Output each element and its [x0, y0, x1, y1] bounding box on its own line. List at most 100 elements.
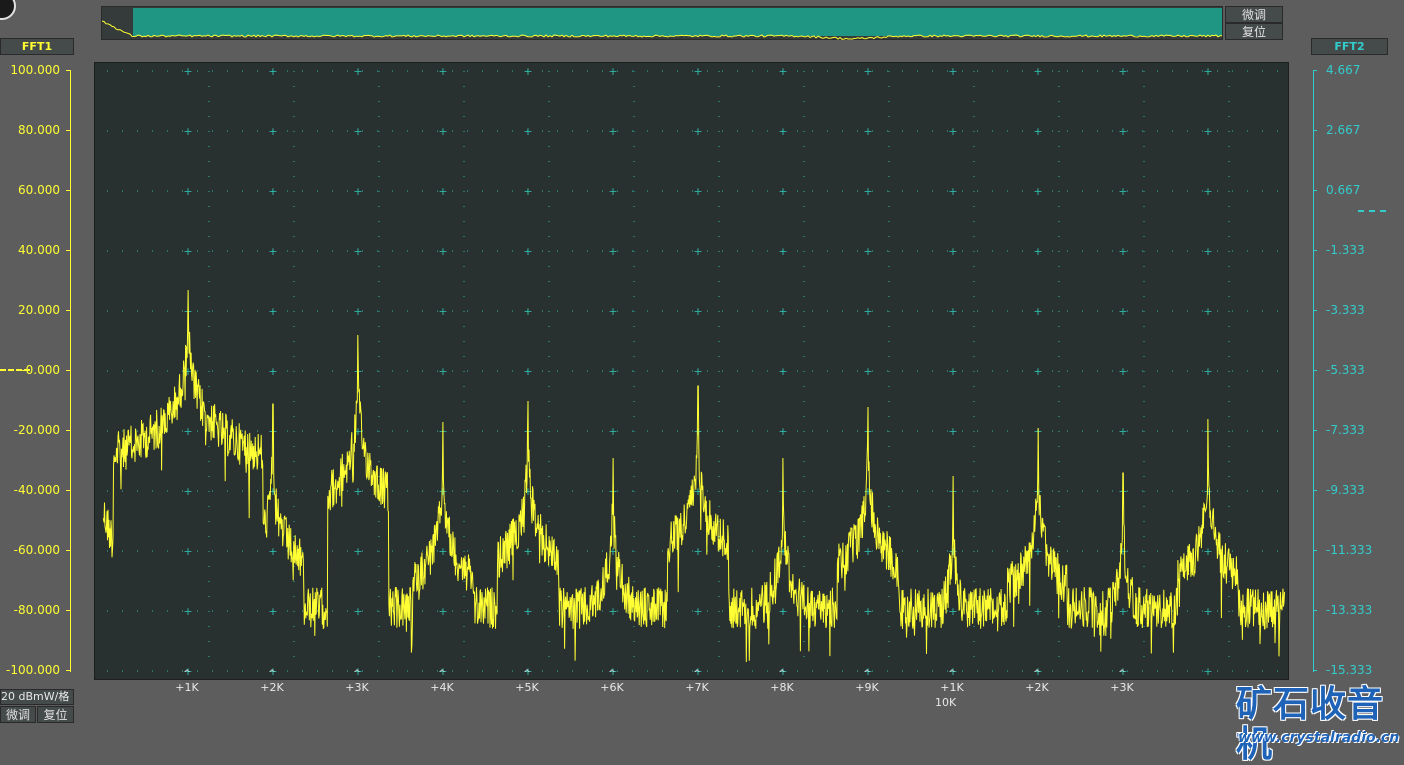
grid-cross: +	[863, 305, 872, 318]
grid-cross: +	[948, 185, 957, 198]
overview-fine-tune-button[interactable]: 微调	[1225, 6, 1283, 23]
x-tick-label: +2K	[260, 681, 284, 694]
x-tick-label: +6K	[600, 681, 624, 694]
grid-cross: +	[1118, 425, 1127, 438]
grid-cross: +	[1203, 245, 1212, 258]
right-tick-mark	[1313, 670, 1317, 671]
right-tick: -15.333	[1326, 663, 1373, 677]
x-tick-label: +3K	[1110, 681, 1134, 694]
right-tick-mark	[1313, 130, 1317, 131]
grid-cross: +	[778, 185, 787, 198]
x-tick-arrow: ^	[608, 669, 616, 679]
right-tick-mark	[1313, 490, 1317, 491]
grid-cross: +	[438, 545, 447, 558]
grid-cross: +	[523, 305, 532, 318]
left-zero-marker[interactable]	[0, 369, 30, 371]
grid-cross: +	[438, 605, 447, 618]
left-tick: 100.000	[10, 63, 60, 77]
right-tick: -13.333	[1326, 603, 1373, 617]
grid-cross: +	[1118, 365, 1127, 378]
corner-knob[interactable]	[0, 0, 16, 20]
right-tick-mark	[1313, 430, 1317, 431]
grid-cross: +	[438, 305, 447, 318]
right-zero-marker[interactable]	[1358, 210, 1386, 212]
grid-cross: +	[863, 125, 872, 138]
grid-cross: +	[693, 65, 702, 78]
grid-cross: +	[523, 545, 532, 558]
grid-cross: +	[948, 65, 957, 78]
x-tick-label: +4K	[430, 681, 454, 694]
grid-cross: +	[183, 245, 192, 258]
grid-cross: +	[183, 185, 192, 198]
grid-cross: +	[1118, 605, 1127, 618]
left-reset-button[interactable]: 复位	[37, 706, 74, 723]
grid-cross: +	[523, 365, 532, 378]
grid-cross: +	[523, 605, 532, 618]
grid-cross: +	[268, 65, 277, 78]
right-tick-mark	[1313, 370, 1317, 371]
grid-cross: +	[1033, 365, 1042, 378]
grid-cross: +	[1118, 245, 1127, 258]
grid-cross: +	[353, 125, 362, 138]
grid-cross: +	[863, 545, 872, 558]
grid-cross: +	[948, 425, 957, 438]
left-axis-line	[70, 70, 71, 672]
grid-cross: +	[778, 245, 787, 258]
left-tick: -80.000	[13, 603, 60, 617]
overview-trace	[102, 20, 1222, 40]
grid-cross: +	[948, 365, 957, 378]
x-tick-label: +7K	[685, 681, 709, 694]
grid-cross: +	[1033, 545, 1042, 558]
right-tick: 4.667	[1326, 63, 1361, 77]
x-tick-arrow: ^	[948, 669, 956, 679]
grid-cross: +	[863, 245, 872, 258]
grid-cross: +	[863, 65, 872, 78]
grid-cross: +	[608, 245, 617, 258]
grid-cross: +	[608, 605, 617, 618]
grid-cross: +	[183, 125, 192, 138]
grid-cross: +	[863, 365, 872, 378]
grid-cross: +	[608, 365, 617, 378]
grid-cross: +	[438, 185, 447, 198]
grid-cross: +	[268, 365, 277, 378]
grid-cross: +	[948, 245, 957, 258]
left-tick: -100.000	[6, 663, 60, 677]
grid-cross: +	[1203, 305, 1212, 318]
left-fine-tune-button[interactable]: 微调	[0, 706, 36, 723]
left-tick-mark	[66, 70, 70, 71]
x-tick-arrow: ^	[268, 669, 276, 679]
overview-strip[interactable]	[101, 6, 1223, 40]
watermark-title: 矿石收音机	[1236, 684, 1385, 765]
grid-cross: +	[1033, 125, 1042, 138]
left-tick-mark	[66, 550, 70, 551]
left-tick: 20.000	[18, 303, 60, 317]
overview-reset-button[interactable]: 复位	[1225, 23, 1283, 40]
watermark-url: www.crystalradio.cn	[1238, 730, 1400, 746]
grid-cross: +	[268, 605, 277, 618]
grid-cross: +	[1118, 545, 1127, 558]
x-tick-label: +3K	[345, 681, 369, 694]
grid-cross: +	[693, 185, 702, 198]
grid-cross: +	[1033, 65, 1042, 78]
x-tick-label: +1K	[940, 681, 964, 694]
grid-cross: +	[778, 365, 787, 378]
grid-cross: +	[353, 605, 362, 618]
grid-cross: +	[353, 245, 362, 258]
left-tick-mark	[66, 250, 70, 251]
grid-cross: +	[1203, 605, 1212, 618]
grid-cross: +	[693, 365, 702, 378]
grid-cross: +	[353, 185, 362, 198]
grid-cross: +	[523, 245, 532, 258]
grid-cross: +	[693, 245, 702, 258]
plot-area[interactable]: + + + + + + + + + + + + + + + + + + + + + + + + + + + + + + + + + + + + + + + +…	[94, 62, 1289, 680]
right-tick: 2.667	[1326, 123, 1361, 137]
x-axis-label: 10K	[935, 696, 957, 709]
grid-cross: +	[438, 245, 447, 258]
grid-cross: +	[778, 425, 787, 438]
grid-cross: +	[353, 485, 362, 498]
x-tick-label: +1K	[175, 681, 199, 694]
x-tick-arrow: ^	[353, 669, 361, 679]
grid-cross: +	[693, 605, 702, 618]
grid-cross: +	[1203, 365, 1212, 378]
left-tick: -20.000	[13, 423, 60, 437]
